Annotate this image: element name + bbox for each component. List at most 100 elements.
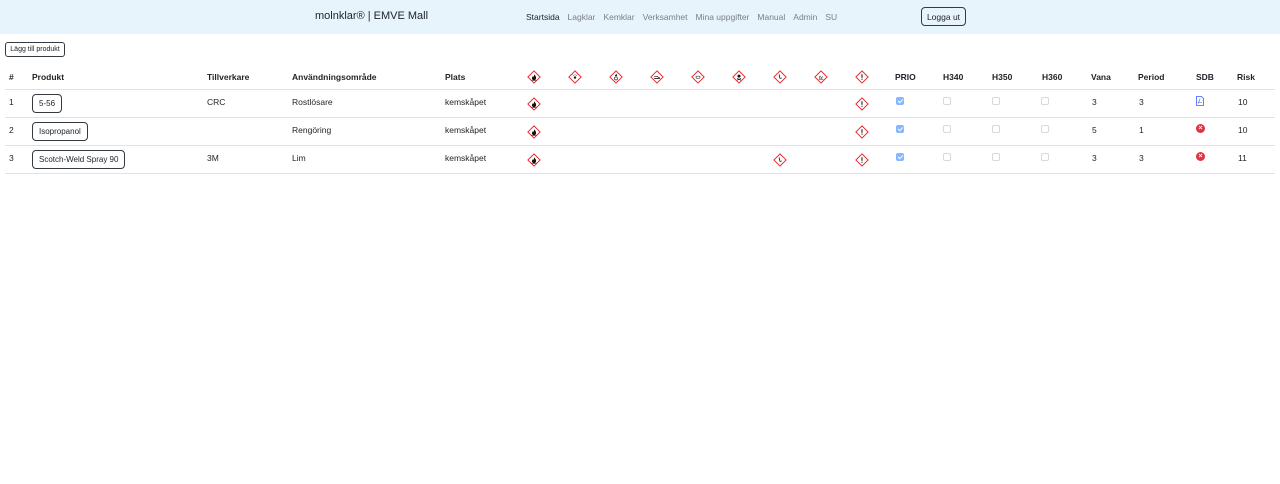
exploding-bomb-icon [568,70,582,84]
exclamation-icon [855,96,869,111]
h340-checkbox[interactable] [943,153,951,161]
manufacturer-cell: CRC [207,97,226,107]
risk-cell: 10 [1238,125,1248,135]
header-ghs-flame-over-circle-icon [609,64,623,89]
add-product-button[interactable]: Lägg till produkt [5,42,65,57]
h340-cell [943,90,951,117]
header-usage: Användningsområde [292,71,377,82]
habit-cell: 3 [1092,153,1097,163]
h350-cell [992,146,1000,173]
usage-cell: Rostlösare [292,97,333,107]
skull-crossbones-icon [732,70,746,84]
table-row: 3 Scotch-Weld Spray 90 3M Lim kemskåpet 3 3 × 11 [5,146,1275,174]
h340-cell [943,146,951,173]
header-ghs-exclamation-icon [855,64,869,89]
flame-over-circle-icon [609,70,623,84]
logout-button[interactable]: Logga ut [921,7,966,26]
product-button[interactable]: Isopropanol [32,122,88,141]
ghs-cell [527,146,541,173]
h360-checkbox[interactable] [1041,153,1049,161]
period-cell: 3 [1139,97,1144,107]
header-location: Plats [445,71,466,82]
header-h350: H350 [992,71,1013,82]
header-ghs-gas-cylinder-icon [691,64,705,89]
h340-cell [943,118,951,145]
header-product: Produkt [32,71,65,82]
h350-checkbox[interactable] [992,153,1000,161]
product-cell: Isopropanol [32,118,88,145]
header-period: Period [1138,71,1165,82]
h340-checkbox[interactable] [943,125,951,133]
nav-mina-uppgifter[interactable]: Mina uppgifter [696,12,750,22]
nav-manual[interactable]: Manual [757,12,785,22]
location-cell: kemskåpet [445,97,487,107]
ghs-cell [855,118,869,145]
header-sdb: SDB [1196,71,1214,82]
exclamation-icon [855,152,869,167]
header-ghs-flame-icon [527,64,541,89]
h350-checkbox[interactable] [992,125,1000,133]
table-header: # Produkt Tillverkare Användningsområde … [5,64,1275,90]
h350-cell [992,118,1000,145]
ghs-cell [527,118,541,145]
nav-startsida[interactable]: Startsida [526,12,560,22]
header-ghs-health-hazard-icon [773,64,787,89]
prio-cell [896,118,904,145]
nav-kemklar[interactable]: Kemklar [603,12,634,22]
nav-links: Startsida Lagklar Kemklar Verksamhet Min… [526,12,845,22]
pdf-icon[interactable] [1196,96,1204,106]
prio-checkbox[interactable] [896,97,904,105]
prio-cell [896,146,904,173]
h360-cell [1041,146,1049,173]
row-num: 3 [9,153,14,163]
health-hazard-icon [773,152,787,167]
header-habit: Vana [1091,71,1111,82]
nav-su[interactable]: SU [825,12,837,22]
risk-cell: 10 [1238,97,1248,107]
sdb-cell [1196,90,1204,117]
h350-cell [992,90,1000,117]
product-button[interactable]: Scotch-Weld Spray 90 [32,150,126,169]
health-hazard-icon [773,70,787,84]
ghs-cell [527,90,541,117]
header-num: # [9,71,14,82]
flame-icon [527,70,541,84]
h360-checkbox[interactable] [1041,125,1049,133]
navbar: molnklar® | EMVE Mall Startsida Lagklar … [0,0,1280,34]
header-manufacturer: Tillverkare [207,71,250,82]
ghs-cell [855,146,869,173]
usage-cell: Lim [292,153,306,163]
sdb-cell: × [1196,146,1205,173]
risk-cell: 11 [1238,153,1247,163]
table-row: 1 5-56 CRC Rostlösare kemskåpet 3 3 10 [5,90,1275,118]
header-ghs-skull-crossbones-icon [732,64,746,89]
h360-cell [1041,90,1049,117]
prio-checkbox[interactable] [896,153,904,161]
habit-cell: 5 [1092,125,1097,135]
flame-icon [527,152,541,167]
header-prio: PRIO [895,71,916,82]
h360-checkbox[interactable] [1041,97,1049,105]
brand-title[interactable]: molnklar® | EMVE Mall [315,10,428,22]
location-cell: kemskåpet [445,153,487,163]
table-row: 2 Isopropanol Rengöring kemskåpet 5 1 × 10 [5,118,1275,146]
nav-lagklar[interactable]: Lagklar [568,12,596,22]
gas-cylinder-icon [691,70,705,84]
prio-cell [896,90,904,117]
nav-verksamhet[interactable]: Verksamhet [643,12,688,22]
product-button[interactable]: 5-56 [32,94,63,113]
exclamation-icon [855,124,869,139]
header-ghs-environment-icon [814,64,828,89]
prio-checkbox[interactable] [896,125,904,133]
header-h360: H360 [1042,71,1063,82]
missing-icon: × [1196,152,1205,161]
h350-checkbox[interactable] [992,97,1000,105]
exclamation-icon [855,70,869,84]
h340-checkbox[interactable] [943,97,951,105]
environment-icon [814,70,828,84]
flame-icon [527,96,541,111]
ghs-cell [773,146,787,173]
ghs-cell [855,90,869,117]
nav-admin[interactable]: Admin [793,12,817,22]
row-num: 2 [9,125,14,135]
